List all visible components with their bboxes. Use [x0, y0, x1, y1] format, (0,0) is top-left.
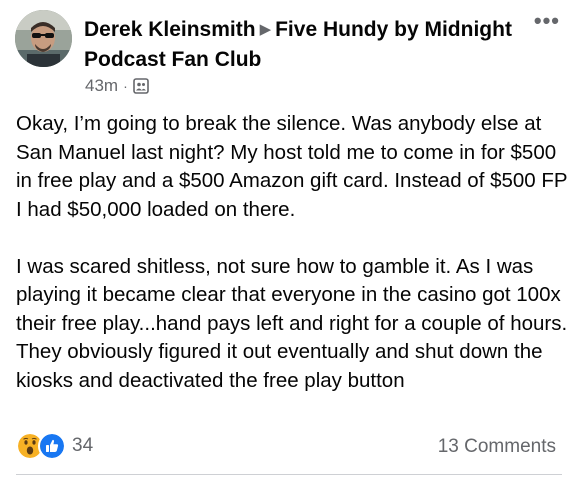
comments-link[interactable]: 13 Comments	[438, 436, 556, 458]
avatar-photo-icon	[15, 10, 72, 67]
reactions-summary[interactable]: 34	[16, 432, 93, 460]
group-members-icon	[132, 78, 149, 94]
post-paragraph: I was scared shitless, not sure how to g…	[16, 254, 568, 392]
post-meta: 43m ·	[85, 76, 149, 96]
right-arrow-icon: ▶	[259, 21, 272, 38]
divider	[16, 474, 562, 475]
post-body: Okay, I’m going to break the silence. Wa…	[16, 110, 568, 395]
feed-post: Derek Kleinsmith ▶ Five Hundy by Midnight …	[0, 0, 578, 477]
post-footer: 34 13 Comments	[16, 428, 562, 462]
post-timestamp[interactable]: 43m	[85, 76, 118, 96]
avatar[interactable]	[15, 10, 72, 67]
meta-separator: ·	[123, 78, 128, 94]
reaction-count: 34	[72, 435, 94, 456]
like-reaction-icon	[38, 432, 66, 460]
more-options-button[interactable]: •••	[534, 10, 560, 32]
post-header: Derek Kleinsmith ▶ Five Hundy by Midnight …	[84, 16, 524, 74]
post-paragraph: Okay, I’m going to break the silence. Wa…	[16, 112, 568, 221]
author-name[interactable]: Derek Kleinsmith	[84, 18, 256, 41]
